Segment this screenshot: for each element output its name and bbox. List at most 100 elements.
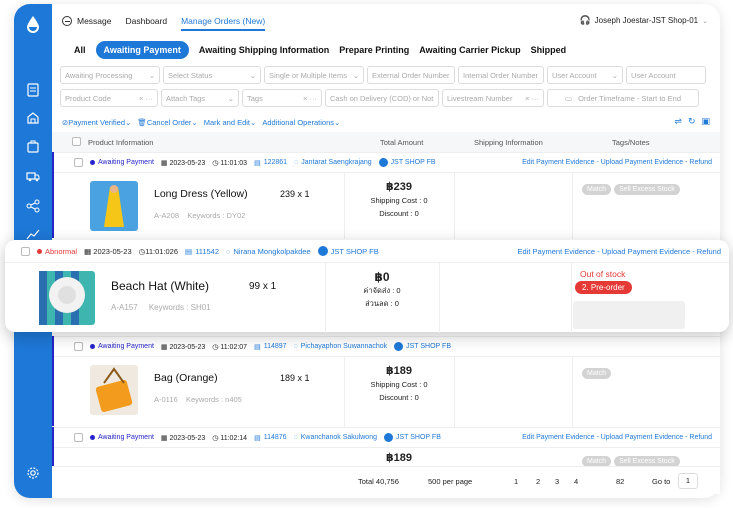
order-number-link[interactable]: ▤ 114897 (254, 343, 286, 351)
nav-manage-orders[interactable]: Manage Orders (New) (181, 16, 266, 31)
order-tags: Match Sell Excess Stock (582, 456, 680, 466)
customer-link[interactable]: ◌ Kwanchanok Sakulwong (294, 434, 377, 441)
shop-link[interactable]: JST SHOP FB (394, 342, 451, 351)
internal-order-input[interactable]: Internal Order Number (458, 66, 544, 84)
facebook-icon (394, 342, 404, 351)
product-code-input[interactable]: Product Code × ··· (60, 89, 158, 107)
tags-input[interactable]: Tags × ··· (242, 89, 322, 107)
order-date: ▦ 2023-05-23 (160, 343, 206, 351)
tab-all[interactable]: All (74, 45, 86, 55)
tab-shipped[interactable]: Shipped (531, 45, 567, 55)
share-icon[interactable] (25, 198, 41, 214)
export-icon[interactable]: ▣ (701, 116, 710, 127)
product-qty: 99 x 1 (249, 281, 277, 292)
order-row: Awaiting Payment ▦ 2023-05-23 ◷ 11:02:07… (52, 336, 720, 427)
chevron-down-icon: ⌄ (702, 17, 708, 25)
shop-link[interactable]: JST SHOP FB (384, 433, 441, 442)
items-select[interactable]: Single or Multiple Items ⌄ (264, 66, 364, 84)
sort-icon[interactable]: ⇌ (674, 116, 682, 127)
livestream-input[interactable]: Livestream Number × ··· (442, 89, 544, 107)
nav-dashboard[interactable]: Dashboard (126, 16, 168, 26)
chevron-down-icon: ⌄ (611, 70, 618, 80)
user-menu[interactable]: 🎧 Joseph Joestar-JST Shop-01 ⌄ (579, 15, 708, 26)
refresh-icon[interactable]: ↻ (688, 116, 696, 127)
order-status: Abnormal (37, 247, 77, 256)
product-image (90, 365, 138, 415)
external-order-input[interactable]: External Order Number (367, 66, 455, 84)
chevron-down-icon: ⌄ (352, 70, 359, 80)
shop-link[interactable]: JST SHOP FB (317, 246, 379, 256)
order-time: ◷ 11:01:03 (212, 159, 248, 167)
additional-operations-button[interactable]: Additional Operations⌄ (262, 118, 340, 127)
processing-select[interactable]: Awaiting Processing ⌄ (60, 66, 160, 84)
order-amount: ฿189 Shipping Cost : 0 Discount : 0 (370, 365, 428, 402)
payment-links[interactable]: Edit Payment Evidence - Upload Payment E… (518, 247, 721, 256)
nav-message[interactable]: Message (62, 16, 112, 26)
page-2[interactable]: 2 (536, 477, 540, 486)
clear-icon: × ··· (525, 93, 539, 103)
order-checkbox[interactable] (74, 433, 83, 442)
product-qty: 239 x 1 (280, 189, 310, 199)
select-all-checkbox[interactable] (72, 137, 81, 146)
mark-edit-button[interactable]: Mark and Edit⌄ (204, 118, 257, 127)
headset-icon: 🎧 (579, 15, 591, 25)
trash-icon: 🗑 (137, 117, 147, 127)
order-time: ◷ 11:02:14 (212, 434, 248, 442)
order-body: Beach Hat (White) A-A157 Keywords : SH01… (5, 262, 729, 333)
tag-badge: Sell Excess Stock (614, 184, 680, 195)
order-date: ▦ 2023-05-23 (160, 159, 206, 167)
bag-icon[interactable] (25, 138, 41, 154)
cancel-order-button[interactable]: 🗑Cancel Order⌄ (137, 118, 197, 127)
status-select[interactable]: Select Status ⌄ (163, 66, 261, 84)
cod-select[interactable]: Cash on Delivery (COD) or Not (325, 89, 439, 107)
tab-awaiting-pickup[interactable]: Awaiting Carrier Pickup (419, 45, 520, 55)
order-checkbox[interactable] (74, 342, 83, 351)
facebook-icon (384, 433, 393, 442)
tag-badge: Sell Excess Stock (614, 456, 680, 466)
timeframe-picker[interactable]: ▭ Order Timeframe - Start to End (547, 89, 699, 107)
order-status: Awaiting Payment (90, 434, 154, 441)
customer-link[interactable]: ◌ Jantarat Saengkrajang (294, 159, 372, 166)
customer-link[interactable]: ◌ Pichayaphon Suwannachok (294, 343, 388, 350)
facebook-icon (378, 158, 388, 167)
order-row: Awaiting Payment ▦ 2023-05-23 ◷ 11:01:03… (52, 152, 720, 239)
order-number-link[interactable]: ▤ 122861 (254, 159, 287, 167)
tab-prepare-printing[interactable]: Prepare Printing (339, 45, 409, 55)
order-checkbox[interactable] (21, 246, 30, 256)
payment-links[interactable]: Edit Payment Evidence - Upload Payment E… (522, 434, 712, 441)
order-date: ▦ 2023-05-23 (160, 434, 206, 442)
page-1[interactable]: 1 (514, 477, 518, 486)
product-qty: 189 x 1 (280, 373, 310, 383)
payment-links[interactable]: Edit Payment Evidence - Upload Payment E… (522, 159, 712, 166)
order-time: ◷11:01:026 (138, 246, 179, 256)
document-icon[interactable] (25, 82, 41, 98)
attach-tags-select[interactable]: Attach Tags ⌄ (161, 89, 239, 107)
user-account-select[interactable]: User Account ⌄ (547, 66, 623, 84)
page-last[interactable]: 82 (616, 477, 624, 486)
order-tags: Match Sell Excess Stock (582, 184, 680, 195)
notes-box[interactable] (573, 301, 685, 329)
message-icon (62, 16, 72, 26)
customer-link[interactable]: ◌ Nirana Mongkolpakdee (226, 247, 311, 256)
truck-icon[interactable] (25, 168, 41, 184)
settings-icon[interactable] (25, 465, 41, 481)
order-number-link[interactable]: ▤ 114876 (254, 434, 286, 442)
product-name: Bag (Orange) (154, 372, 218, 384)
product-image (39, 271, 95, 325)
order-checkbox[interactable] (74, 158, 83, 167)
product-image (90, 181, 138, 231)
tab-awaiting-shipping[interactable]: Awaiting Shipping Information (199, 45, 329, 55)
goto-input[interactable]: 1 (678, 473, 698, 489)
pagination-bar: Total 40,756 500 per page 1 2 3 4 82 Go … (52, 466, 720, 494)
payment-verified-button[interactable]: ⊘Payment Verified⌄ (62, 118, 131, 127)
page-4[interactable]: 4 (574, 477, 578, 486)
order-time: ◷ 11:02:07 (212, 343, 248, 351)
order-number-link[interactable]: ▤ 111542 (185, 247, 219, 256)
page-3[interactable]: 3 (555, 477, 559, 486)
shop-link[interactable]: JST SHOP FB (378, 158, 436, 167)
per-page-select[interactable]: 500 per page (428, 477, 472, 486)
order-amount: ฿239 Shipping Cost : 0 Discount : 0 (370, 181, 428, 218)
store-icon[interactable] (25, 110, 41, 126)
user-account-input[interactable]: User Account (626, 66, 706, 84)
tab-awaiting-payment[interactable]: Awaiting Payment (95, 41, 189, 59)
